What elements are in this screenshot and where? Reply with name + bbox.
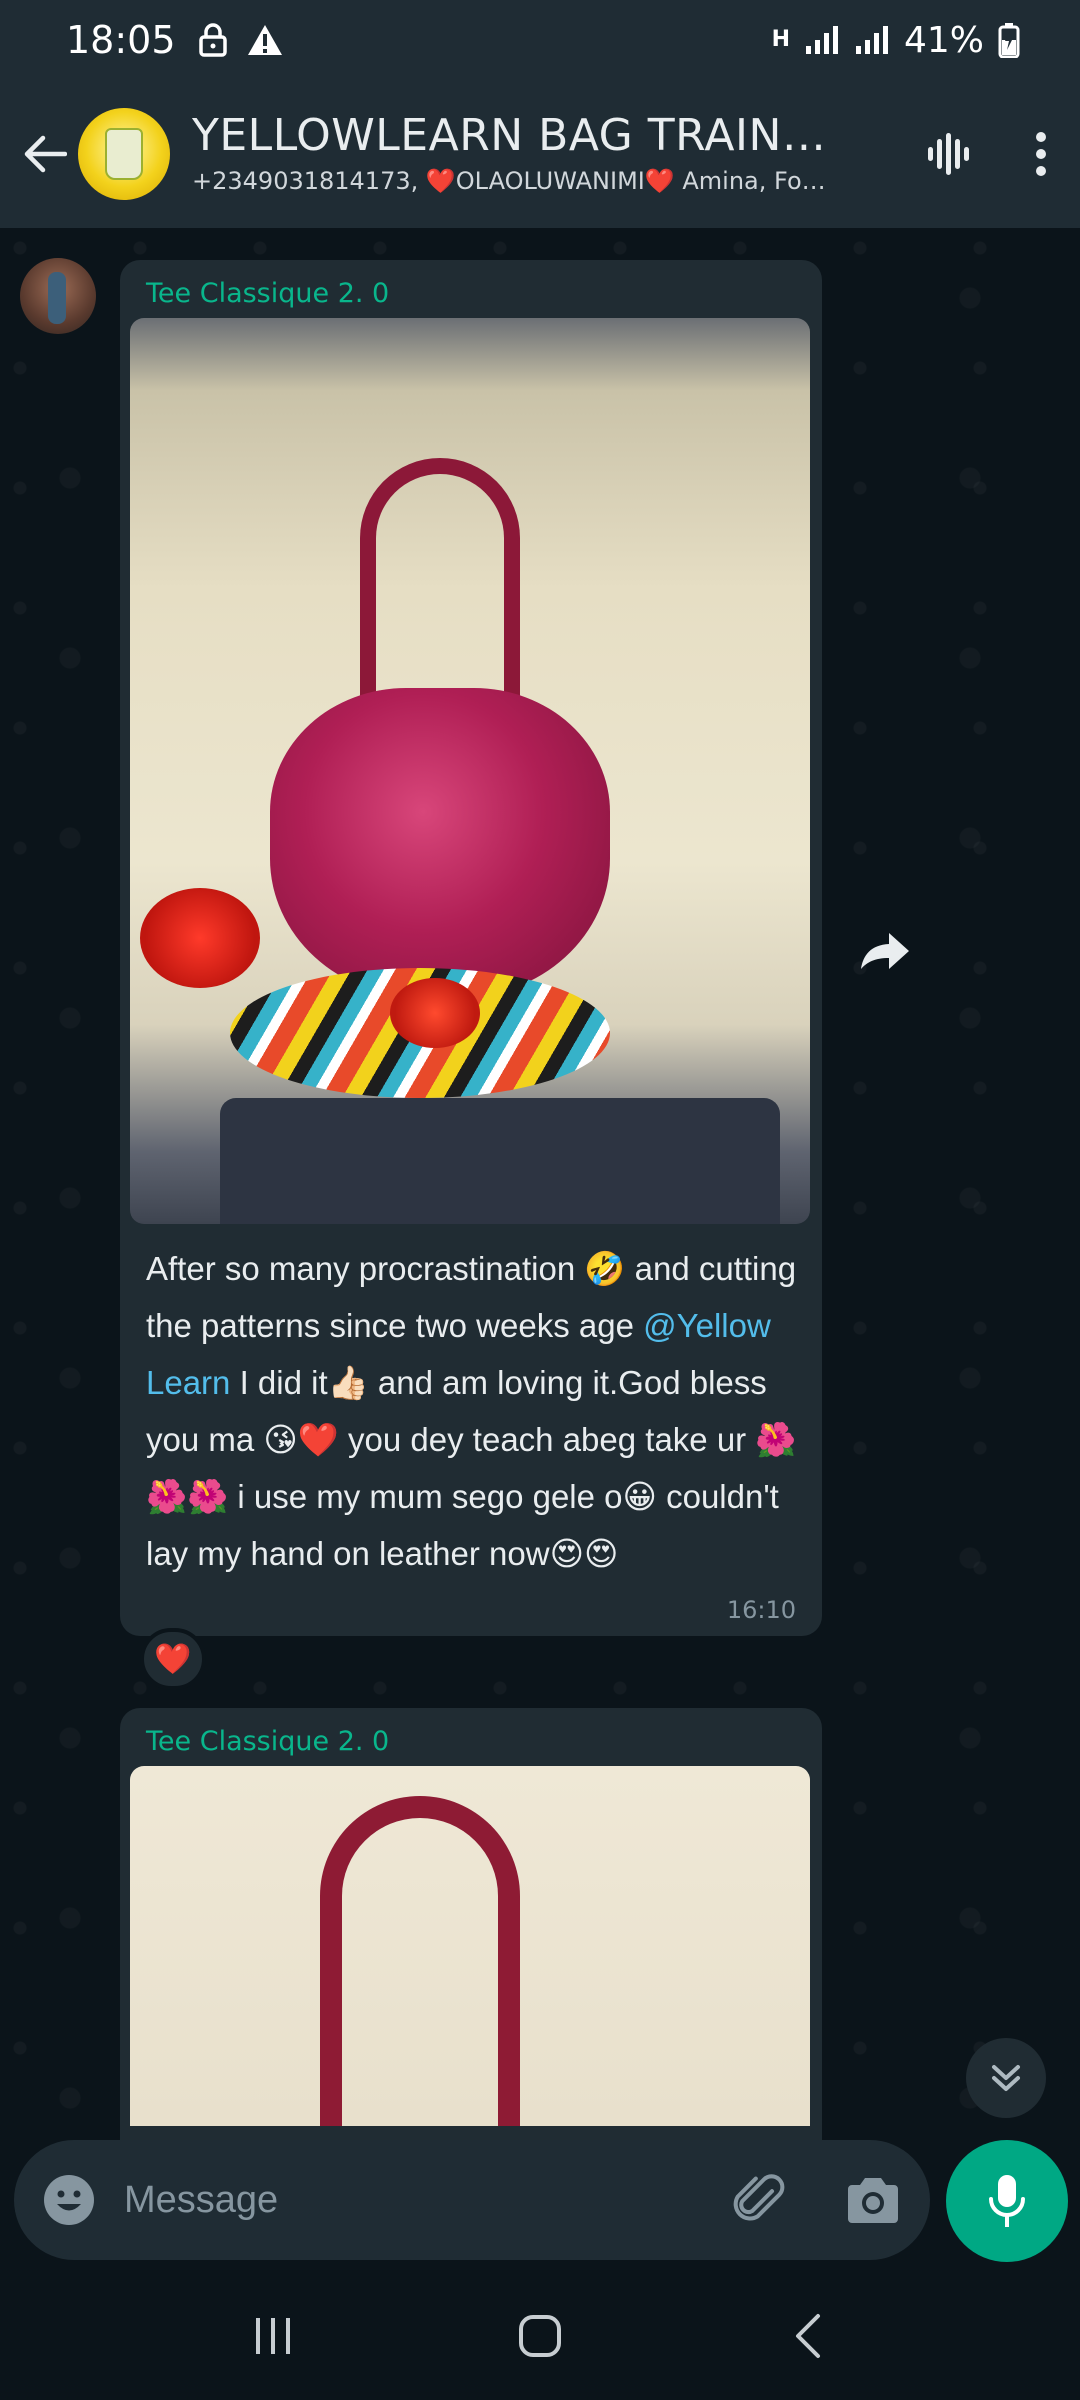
- camera-icon[interactable]: [844, 2175, 902, 2225]
- system-nav-bar: [0, 2272, 1080, 2400]
- photo-stand: [220, 1098, 780, 1224]
- more-vertical-icon[interactable]: [1034, 131, 1048, 177]
- message-bubble[interactable]: Tee Classique 2. 0 After so many procras…: [120, 260, 822, 1636]
- microphone-icon: [989, 2175, 1025, 2227]
- recent-apps-button[interactable]: [213, 2286, 333, 2386]
- sender-name-2[interactable]: Tee Classique 2. 0: [146, 1726, 389, 1757]
- back-button[interactable]: [2, 80, 86, 228]
- message-input[interactable]: [124, 2178, 732, 2222]
- photo-rose: [140, 888, 260, 988]
- group-title: YELLOWLEARN BAG TRAININ...: [192, 110, 832, 161]
- photo-rose-small: [390, 978, 480, 1048]
- status-left-icons: [198, 23, 284, 57]
- signal-icon-2: [855, 26, 888, 54]
- paperclip-icon[interactable]: [732, 2171, 790, 2229]
- status-bar: 18:05 H 41%: [0, 0, 1080, 80]
- emoji-button[interactable]: [14, 2173, 124, 2227]
- home-icon: [518, 2315, 561, 2357]
- sender-avatar[interactable]: [20, 258, 96, 334]
- message-photo-2[interactable]: [130, 1766, 810, 2126]
- message-reaction[interactable]: ❤️: [140, 1628, 206, 1690]
- group-info[interactable]: YELLOWLEARN BAG TRAININ... +234903181417…: [192, 110, 832, 198]
- network-type: H: [771, 27, 790, 52]
- chat-header: YELLOWLEARN BAG TRAININ... +234903181417…: [0, 80, 1080, 228]
- double-chevron-down-icon: [992, 2065, 1020, 2091]
- nav-back-button[interactable]: [747, 2286, 867, 2386]
- lock-icon: [198, 23, 227, 57]
- voice-waveform-icon[interactable]: [926, 131, 974, 177]
- composer-icons: [732, 2171, 930, 2229]
- photo-bag-strap-2: [320, 1796, 520, 2126]
- forward-button[interactable]: [852, 918, 918, 984]
- emoji-icon: [44, 2175, 94, 2225]
- mic-button[interactable]: [946, 2140, 1068, 2262]
- message-photo[interactable]: [130, 318, 810, 1224]
- home-button[interactable]: [480, 2286, 600, 2386]
- status-time: 18:05: [66, 18, 176, 62]
- battery-charging-icon: [998, 23, 1020, 58]
- sender-name[interactable]: Tee Classique 2. 0: [146, 278, 389, 309]
- warning-icon: [247, 25, 282, 55]
- back-arrow-icon: [24, 135, 67, 173]
- group-members: +2349031814173, ❤️OLAOLUWANIMI❤️ Amina, …: [192, 167, 832, 195]
- message-bubble-2[interactable]: Tee Classique 2. 0: [120, 1708, 822, 2143]
- status-right: H 41%: [772, 20, 1020, 61]
- chat-messages-area[interactable]: Tee Classique 2. 0 After so many procras…: [0, 228, 1080, 2143]
- whatsapp-chat-screen: 18:05 H 41% YELLOWLEARN BAG TRAININ... +…: [0, 0, 1080, 2400]
- message-composer: [14, 2140, 930, 2260]
- message-time: 16:10: [726, 1596, 796, 1624]
- recent-apps-icon: [256, 2318, 291, 2354]
- forward-arrow-icon: [861, 933, 909, 969]
- signal-icon: [805, 26, 838, 54]
- header-actions: [926, 131, 1080, 177]
- battery-percent: 41%: [903, 19, 984, 61]
- message-text: After so many procrastination 🤣 and cutt…: [146, 1240, 806, 1582]
- group-avatar[interactable]: [78, 108, 170, 200]
- nav-back-icon: [795, 2314, 820, 2358]
- photo-bag-body: [270, 688, 610, 998]
- avatar-bag-image: [105, 128, 143, 180]
- scroll-to-bottom-button[interactable]: [966, 2038, 1046, 2118]
- message-text-part-2: I did it👍🏻 and am loving it.God bless yo…: [146, 1364, 797, 1572]
